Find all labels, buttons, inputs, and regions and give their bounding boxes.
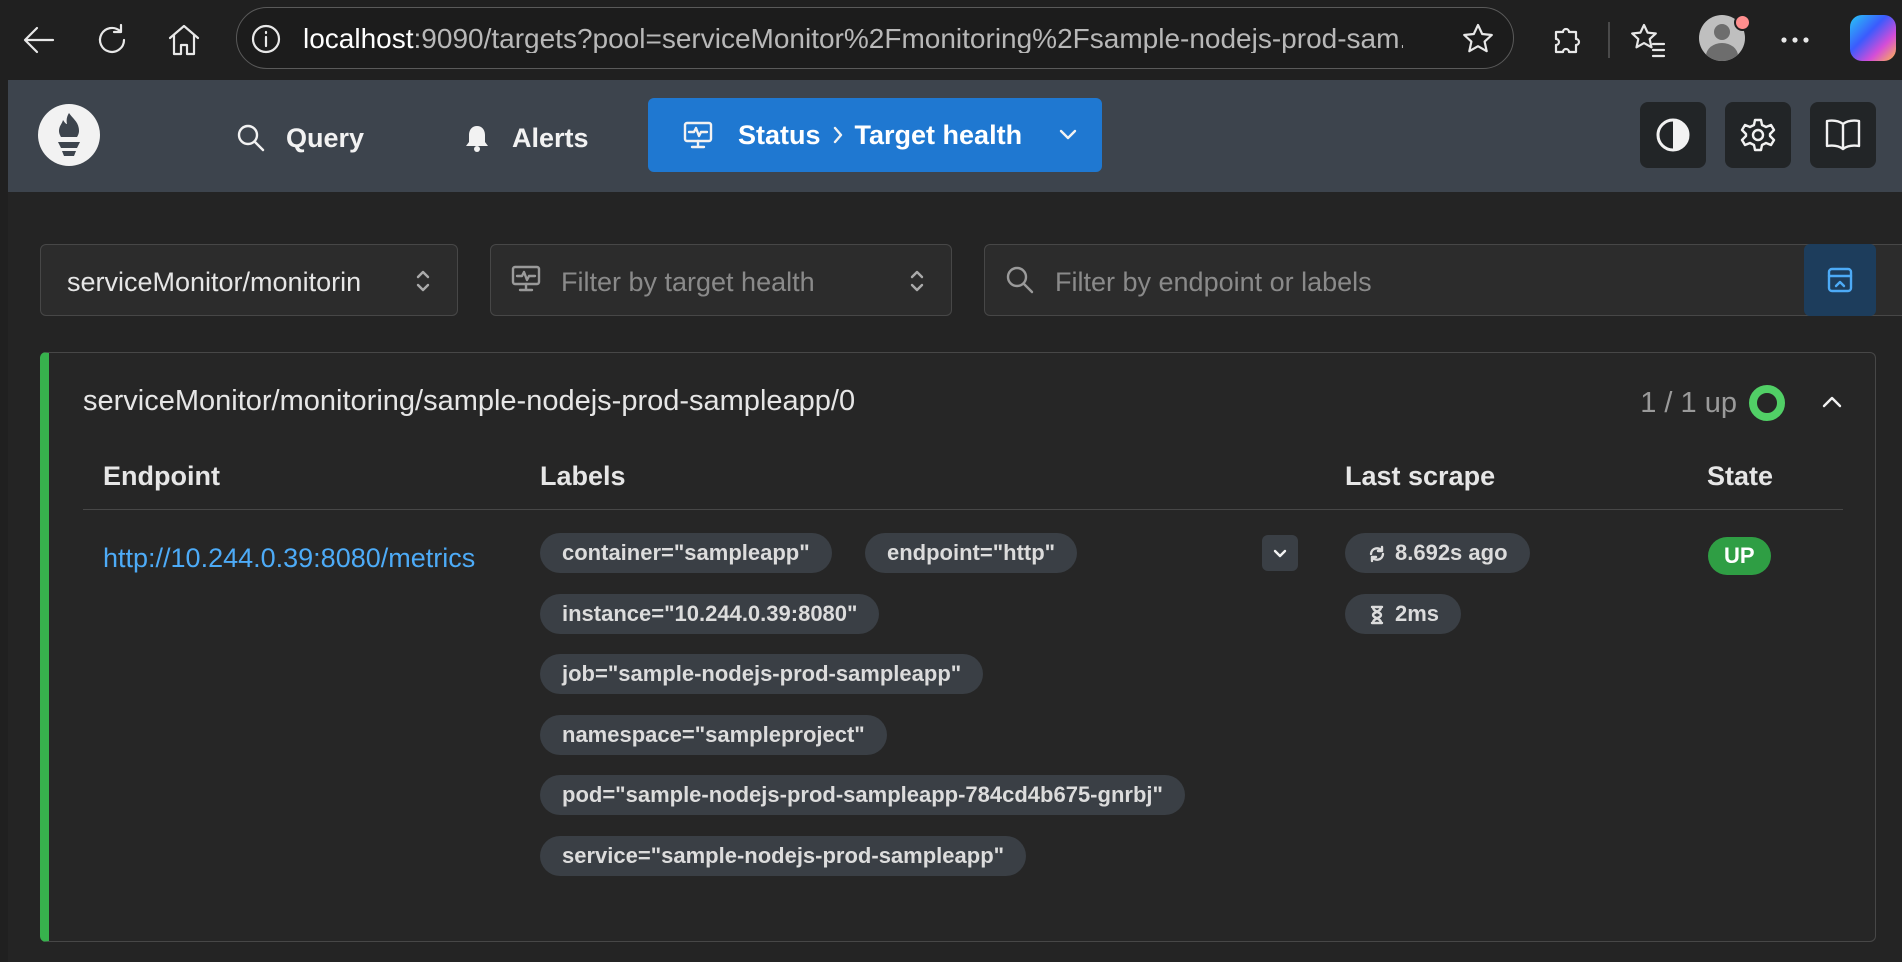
search-icon [237,124,265,152]
extensions-icon[interactable] [1544,18,1588,62]
column-labels: Labels [540,461,626,491]
back-icon[interactable] [17,18,61,62]
last-scrape-text: 8.692s ago [1395,540,1508,565]
theme-toggle-button[interactable] [1640,102,1706,168]
favorites-icon[interactable] [1626,18,1670,62]
theme-icon [1656,118,1690,152]
pool-health-indicator [1749,385,1785,421]
health-filter-placeholder: Filter by target health [561,267,815,297]
reload-icon[interactable] [90,18,134,62]
chevron-up-icon[interactable] [1819,389,1845,420]
gear-icon [1740,118,1776,152]
label-pill: namespace="sampleproject" [540,715,887,755]
column-last-scrape: Last scrape [1345,461,1496,491]
more-icon[interactable] [1773,18,1817,62]
label-pill: container="sampleapp" [540,533,832,573]
chevron-down-icon [1273,549,1287,558]
targets-table-header: Endpoint Labels Last scrape State [83,461,1843,510]
nav-status-label: Status [738,119,821,150]
scrape-pool-card: serviceMonitor/monitoring/sample-nodejs-… [40,352,1876,942]
collapse-all-button[interactable] [1804,244,1876,316]
label-pill: job="sample-nodejs-prod-sampleapp" [540,654,984,694]
nav-status-menu[interactable]: Status Target health [648,98,1102,172]
updown-icon [416,270,430,292]
refresh-icon [1369,545,1385,563]
prometheus-app: Query Alerts Status Target health servic… [8,80,1902,962]
pool-select[interactable]: serviceMonitor/monitorin [40,244,458,316]
bell-icon [466,126,488,152]
pool-select-value: serviceMonitor/monitorin [67,267,362,297]
url-path: :9090/targets?pool=serviceMonitor%2Fmoni… [413,25,1403,53]
collapse-all-icon [1827,267,1853,293]
chevron-down-icon [1059,129,1077,140]
toolbar-divider [1608,22,1610,58]
label-pill: instance="10.244.0.39:8080" [540,594,880,634]
updown-icon [910,270,924,292]
book-icon [1825,119,1861,151]
nav-status-sublabel: Target health [854,119,1023,150]
nav-alerts[interactable]: Alerts [462,116,589,160]
pool-up-count: 1 / 1 up [1640,387,1737,419]
pool-title[interactable]: serviceMonitor/monitoring/sample-nodejs-… [83,385,855,418]
label-pill: endpoint="http" [865,533,1078,573]
label-pill: service="sample-nodejs-prod-sampleapp" [540,836,1027,876]
search-icon [1006,266,1034,294]
hourglass-icon [1370,605,1384,625]
target-endpoint-link[interactable]: http://10.244.0.39:8080/metrics [103,543,475,574]
monitor-icon [511,265,541,292]
health-filter-select[interactable]: Filter by target health [490,244,952,316]
nav-query-label: Query [286,122,365,153]
home-icon[interactable] [162,18,206,62]
chevron-right-icon [833,126,842,144]
info-icon[interactable] [249,22,283,56]
profile-notification-dot [1734,14,1751,31]
star-icon[interactable] [1461,22,1495,61]
endpoint-label-search-input[interactable]: Filter by endpoint or labels [984,244,1902,316]
target-state-badge: UP [1708,537,1771,575]
browser-toolbar: localhost:9090/targets?pool=serviceMonit… [0,0,1902,80]
nav-query[interactable]: Query [236,116,364,160]
url-text[interactable]: localhost:9090/targets?pool=serviceMonit… [303,25,1403,53]
scrape-duration-badge: 2ms [1345,594,1462,634]
search-placeholder: Filter by endpoint or labels [1055,267,1372,297]
column-state: State [1707,461,1774,491]
scrape-duration-text: 2ms [1395,601,1440,626]
label-pill: pod="sample-nodejs-prod-sampleapp-784cd4… [540,775,1185,815]
prometheus-logo[interactable] [38,104,100,166]
app-header: Query Alerts Status Target health [8,80,1902,192]
copilot-icon[interactable] [1850,15,1896,61]
last-scrape-badge: 8.692s ago [1345,533,1530,573]
expand-labels-button[interactable] [1262,535,1298,571]
column-endpoint: Endpoint [103,461,220,491]
nav-alerts-label: Alerts [512,122,589,153]
settings-button[interactable] [1725,102,1791,168]
url-host: localhost [303,25,414,53]
docs-button[interactable] [1810,102,1876,168]
address-bar[interactable]: localhost:9090/targets?pool=serviceMonit… [236,7,1514,69]
monitor-icon [683,121,713,149]
